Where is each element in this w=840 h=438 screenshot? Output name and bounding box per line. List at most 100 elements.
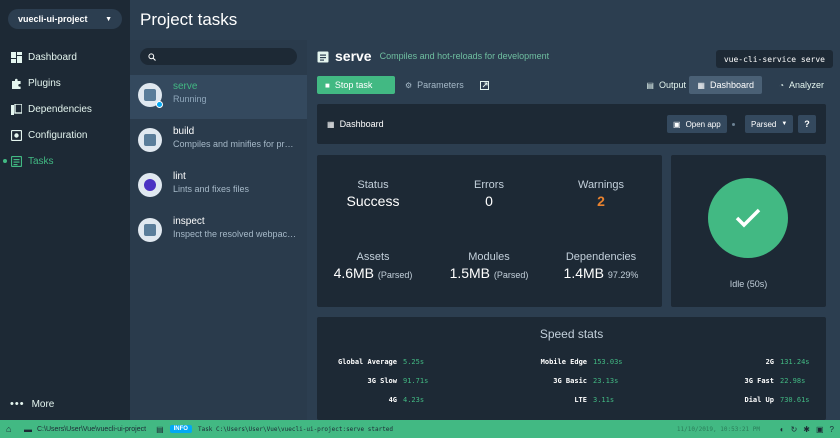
task-description: Compiles and minifies for production — [173, 139, 298, 149]
sidebar-item-tasks[interactable]: Tasks — [0, 148, 130, 174]
task-item-serve[interactable]: serve Running — [130, 75, 307, 119]
stat-label: Warnings — [577, 179, 625, 191]
output-view-button[interactable]: ▤ Output — [638, 76, 694, 94]
donut-chart-icon: ◔ — [779, 80, 784, 90]
more-menu-button[interactable]: ••• More — [10, 398, 54, 410]
stop-task-button[interactable]: ■ Stop task — [317, 76, 395, 94]
project-name: vuecli-ui-project — [18, 14, 88, 24]
tasks-icon — [10, 155, 22, 167]
stat-label: Errors — [474, 179, 504, 191]
task-item-lint[interactable]: lint Lints and fixes files — [130, 165, 307, 209]
open-app-label: Open app — [685, 119, 721, 129]
analyzer-view-button[interactable]: ◔ Analyzer — [771, 76, 832, 94]
translate-icon[interactable]: ▣ — [816, 425, 824, 434]
speed-label: Mobile Edge — [540, 358, 587, 366]
sidebar-item-plugins[interactable]: Plugins — [0, 70, 130, 96]
size-type-value: Parsed — [751, 119, 777, 129]
stat-warnings: Warnings 2 — [546, 179, 656, 209]
search-input[interactable] — [160, 51, 290, 62]
task-detail: serve Compiles and hot-reloads for devel… — [307, 40, 840, 420]
task-title: serve — [335, 48, 372, 64]
build-stats-panel: Status Success Errors 0 Warnings 2 Asset… — [317, 155, 662, 307]
more-dots-icon: ••• — [10, 398, 25, 410]
speed-value: 5.25s — [403, 358, 425, 366]
speed-stat: LTE 3.11s — [507, 396, 614, 404]
dark-mode-icon[interactable]: ◐ — [780, 425, 785, 434]
sidebar-nav: Dashboard Plugins Dependencies Configura… — [0, 44, 130, 174]
webpack-icon — [138, 83, 163, 108]
stop-task-label: Stop task — [334, 80, 373, 90]
task-item-inspect[interactable]: inspect Inspect the resolved webpack con… — [130, 210, 307, 254]
speed-value: 4.23s — [403, 396, 425, 404]
idle-status: Idle (50s) — [729, 279, 768, 289]
last-log-message[interactable]: Task C:\Users\User\Vue\vuecli-ui-project… — [198, 426, 393, 433]
size-type-select[interactable]: Parsed ▼ — [745, 115, 794, 133]
speed-stat: Dial Up 730.61s — [694, 396, 810, 404]
stat-status: Status Success — [318, 179, 428, 209]
speed-value: 730.61s — [780, 396, 810, 404]
project-path[interactable]: C:\Users\User\Vue\vuecli-ui-project — [37, 426, 146, 433]
search-box[interactable] — [140, 48, 297, 65]
console-icon: ▤ — [646, 80, 654, 90]
task-name: inspect — [173, 216, 205, 227]
stat-value: 4.6MB — [333, 265, 375, 281]
separator-dot — [732, 123, 735, 126]
dashboard-toolbar: ▦ Dashboard ▣ Open app Parsed ▼ ? — [317, 104, 826, 144]
sidebar-item-dependencies[interactable]: Dependencies — [0, 96, 130, 122]
task-toolbar: ■ Stop task ⚙ Parameters ▤ Output ▦ Dash… — [317, 76, 832, 94]
console-icon[interactable]: ▤ — [156, 425, 164, 434]
speed-label: 3G Basic — [553, 377, 587, 385]
refresh-icon[interactable]: ↻ — [791, 425, 798, 434]
stat-value: 1.4MB — [563, 265, 605, 281]
output-label: Output — [658, 80, 686, 90]
help-button[interactable]: ? — [798, 115, 816, 133]
home-icon[interactable]: ⌂ — [6, 424, 16, 434]
speed-stats-panel: Speed stats Global Average 5.25s Mobile E… — [317, 317, 826, 420]
analyzer-label: Analyzer — [788, 80, 824, 90]
sidebar-item-dashboard[interactable]: Dashboard — [0, 44, 130, 70]
puzzle-icon — [10, 77, 22, 89]
caret-down-icon: ▼ — [781, 121, 788, 127]
stat-note: (Parsed) — [377, 270, 413, 280]
stat-value: 0 — [485, 193, 493, 209]
dashboard-heading-label: Dashboard — [339, 119, 384, 129]
folder-icon[interactable]: ▬ — [24, 425, 32, 434]
log-level-badge: INFO — [169, 425, 192, 433]
stat-value: 1.5MB — [449, 265, 491, 281]
speed-stat: 2G 131.24s — [694, 358, 810, 366]
parameters-button[interactable]: ⚙ Parameters — [397, 76, 472, 94]
stat-label: Status — [357, 179, 389, 191]
open-app-button[interactable]: ▣ Open app — [667, 115, 727, 133]
task-name: lint — [173, 171, 186, 182]
task-description: Running — [173, 94, 207, 104]
open-external-button[interactable] — [475, 76, 493, 94]
speed-stat: 3G Slow 91.71s — [317, 377, 428, 385]
task-header: serve Compiles and hot-reloads for devel… — [317, 48, 549, 64]
success-check-icon — [708, 178, 788, 258]
window-icon: ▣ — [673, 119, 681, 129]
sidebar-item-configuration[interactable]: Configuration — [0, 122, 130, 148]
log-timestamp: 11/10/2019, 10:53:21 PM — [676, 425, 760, 433]
stop-icon: ■ — [325, 80, 330, 90]
sidebar-item-label: Configuration — [28, 129, 88, 141]
speed-stat: Global Average 5.25s — [317, 358, 424, 366]
search-icon — [148, 52, 156, 61]
task-description: Inspect the resolved webpack config — [173, 229, 298, 239]
stat-label: Dependencies — [565, 251, 637, 263]
stat-value: 2 — [597, 193, 605, 209]
sidebar-item-label: Dependencies — [28, 103, 92, 115]
bug-icon[interactable]: ✱ — [803, 425, 810, 434]
page-title: Project tasks — [140, 10, 238, 29]
task-name: serve — [173, 81, 198, 92]
running-indicator — [156, 101, 163, 108]
gear-icon: ⚙ — [405, 80, 413, 90]
help-icon[interactable]: ? — [830, 425, 834, 434]
sidebar-item-label: Plugins — [28, 77, 61, 89]
project-selector[interactable]: vuecli-ui-project ▼ — [8, 9, 122, 29]
speed-stat: 3G Basic 23.13s — [507, 377, 618, 385]
speed-label: 3G Slow — [367, 377, 397, 385]
task-item-build[interactable]: build Compiles and minifies for producti… — [130, 120, 307, 164]
speed-stat: Mobile Edge 153.03s — [507, 358, 623, 366]
caret-down-icon: ▼ — [105, 15, 112, 23]
dashboard-view-button[interactable]: ▦ Dashboard — [689, 76, 762, 94]
